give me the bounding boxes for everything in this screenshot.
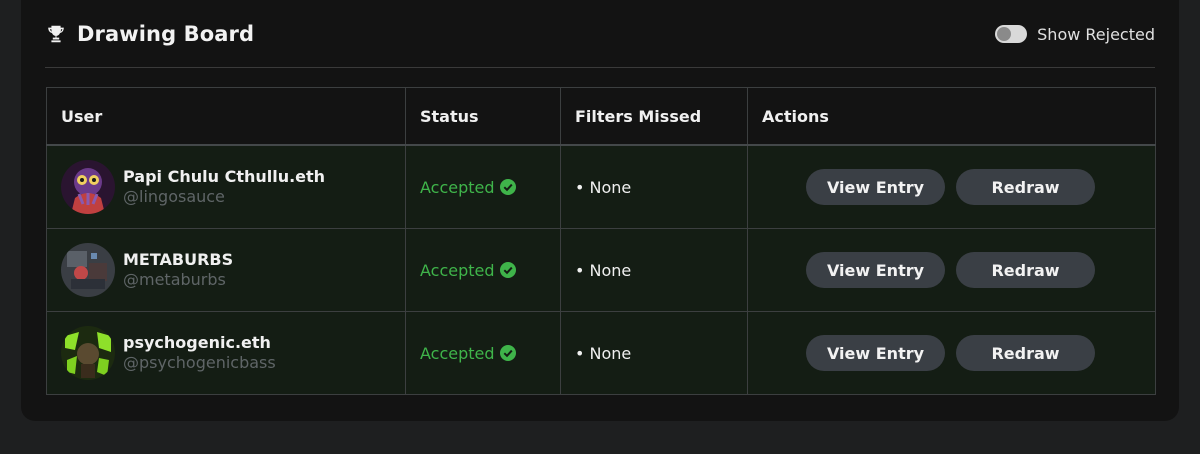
- filters-missed-cell: • None: [560, 144, 748, 229]
- column-header-user: User: [46, 87, 406, 146]
- status-text: Accepted: [420, 260, 495, 280]
- check-circle-icon: [499, 179, 516, 195]
- status-cell: Accepted: [405, 144, 561, 229]
- status-cell: Accepted: [405, 311, 561, 395]
- toggle-knob: [997, 27, 1012, 41]
- filters-missed-value: • None: [575, 177, 632, 197]
- redraw-button[interactable]: Redraw: [956, 335, 1095, 371]
- toggle-switch[interactable]: [995, 25, 1028, 43]
- user-cell: METABURBS @metaburbs: [46, 228, 406, 312]
- entries-table: User Status Filters Missed Actions Papi …: [46, 87, 1156, 395]
- user-cell: Papi Chulu Cthullu.eth @lingosauce: [46, 144, 406, 229]
- avatar[interactable]: [61, 160, 115, 214]
- user-names: psychogenic.eth @psychogenicbass: [123, 333, 276, 373]
- user-handle: @lingosauce: [123, 187, 225, 206]
- user-display-name: METABURBS: [123, 250, 234, 269]
- user-cell: psychogenic.eth @psychogenicbass: [46, 311, 406, 395]
- title-group: Drawing Board: [45, 22, 254, 46]
- user-display-name: Papi Chulu Cthullu.eth: [123, 167, 326, 186]
- view-entry-button[interactable]: View Entry: [806, 169, 945, 205]
- redraw-button[interactable]: Redraw: [956, 252, 1095, 288]
- user-handle: @metaburbs: [123, 270, 226, 289]
- user-names: Papi Chulu Cthullu.eth @lingosauce: [123, 167, 325, 207]
- filters-missed-value: • None: [575, 260, 632, 280]
- header-divider: [45, 67, 1155, 68]
- page-title: Drawing Board: [77, 22, 255, 46]
- filters-missed-cell: • None: [560, 311, 748, 395]
- table-row: METABURBS @metaburbs Accepted • None Vie…: [46, 228, 1156, 312]
- view-entry-button[interactable]: View Entry: [806, 335, 945, 371]
- avatar[interactable]: [61, 326, 115, 380]
- trophy-icon: [45, 23, 67, 45]
- table-row: psychogenic.eth @psychogenicbass Accepte…: [46, 311, 1156, 395]
- show-rejected-toggle[interactable]: Show Rejected: [995, 25, 1155, 44]
- view-entry-button[interactable]: View Entry: [806, 252, 945, 288]
- column-header-actions: Actions: [747, 87, 1156, 146]
- check-circle-icon: [499, 262, 516, 278]
- table-header-row: User Status Filters Missed Actions: [46, 87, 1156, 146]
- user-display-name: psychogenic.eth: [123, 333, 271, 352]
- check-circle-icon: [499, 345, 516, 361]
- filters-missed-cell: • None: [560, 228, 748, 312]
- avatar[interactable]: [61, 243, 115, 297]
- drawing-board-card: Drawing Board Show Rejected User Status …: [21, 0, 1179, 421]
- filters-missed-value: • None: [575, 343, 632, 363]
- status-text: Accepted: [420, 343, 495, 363]
- actions-cell: View Entry Redraw: [747, 228, 1156, 312]
- user-handle: @psychogenicbass: [123, 353, 276, 372]
- toggle-label: Show Rejected: [1037, 24, 1155, 44]
- user-names: METABURBS @metaburbs: [123, 250, 233, 290]
- card-header: Drawing Board Show Rejected: [45, 16, 1155, 52]
- column-header-filters-missed: Filters Missed: [560, 87, 748, 146]
- status-text: Accepted: [420, 177, 495, 197]
- redraw-button[interactable]: Redraw: [956, 169, 1095, 205]
- column-header-status: Status: [405, 87, 561, 146]
- actions-cell: View Entry Redraw: [747, 311, 1156, 395]
- status-cell: Accepted: [405, 228, 561, 312]
- table-row: Papi Chulu Cthullu.eth @lingosauce Accep…: [46, 144, 1156, 229]
- actions-cell: View Entry Redraw: [747, 144, 1156, 229]
